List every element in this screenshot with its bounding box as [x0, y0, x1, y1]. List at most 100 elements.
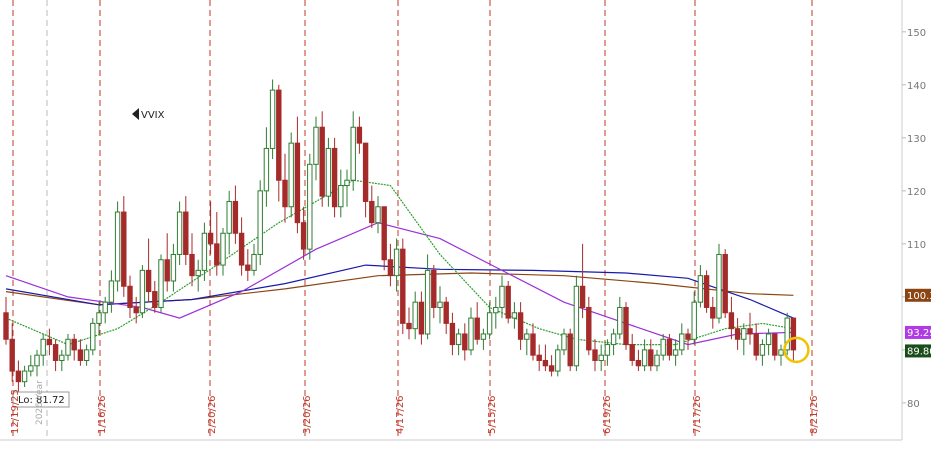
candle	[592, 339, 598, 372]
candle	[257, 180, 263, 266]
candle	[232, 185, 239, 244]
candle	[468, 307, 474, 356]
candle	[654, 349, 660, 372]
x-tick-label: 8/21/26	[809, 395, 820, 434]
candle	[387, 243, 394, 287]
candle	[629, 333, 635, 366]
x-tick-label: 3/20/26	[302, 395, 313, 434]
candle	[586, 296, 592, 356]
candle	[443, 296, 449, 334]
candle	[573, 275, 580, 372]
candle	[530, 323, 536, 361]
candle	[77, 339, 84, 366]
candle	[121, 196, 127, 297]
candle	[46, 328, 53, 356]
candle	[3, 296, 9, 345]
candle	[672, 339, 679, 366]
vvix-chart[interactable]: VVIX 8090100110120130140150 100.3 93.29 …	[0, 0, 931, 452]
candle	[282, 153, 288, 223]
candle	[598, 344, 604, 372]
candle	[542, 344, 549, 372]
candle	[245, 249, 251, 281]
candle	[685, 328, 691, 350]
symbol-label: VVIX	[141, 110, 165, 121]
candle	[548, 355, 555, 377]
candle	[183, 196, 189, 266]
candle	[294, 116, 301, 234]
candle	[65, 333, 71, 361]
candle	[52, 339, 59, 372]
candle	[152, 280, 158, 313]
x-axis-labels: 12/19/25 1/16/26 2/20/26 3/20/26 4/17/26 5/15…	[10, 389, 820, 434]
candle	[493, 296, 499, 329]
candle	[164, 233, 170, 292]
candle	[641, 339, 648, 372]
candle	[511, 302, 518, 329]
candle	[319, 111, 325, 207]
candle	[455, 328, 462, 356]
candle	[747, 312, 753, 345]
candle	[59, 349, 65, 372]
candle	[524, 328, 530, 356]
candle	[170, 243, 177, 292]
x-tick-label: 6/19/26	[602, 395, 613, 434]
candle	[697, 265, 704, 308]
candle	[722, 249, 728, 319]
candle	[412, 291, 418, 340]
candle	[34, 349, 40, 377]
svg-text:89.80: 89.80	[907, 346, 931, 357]
candle	[338, 169, 344, 218]
y-tick-label: 110	[907, 240, 926, 251]
candle	[28, 355, 34, 377]
candle	[344, 169, 350, 207]
candle	[90, 318, 96, 356]
candle	[449, 312, 456, 356]
candle	[356, 116, 363, 154]
svg-text:93.29: 93.29	[907, 328, 931, 339]
candle	[778, 344, 784, 366]
candle	[83, 344, 90, 366]
candle	[21, 365, 28, 387]
candle	[350, 111, 356, 191]
candle	[220, 227, 226, 276]
candle	[108, 270, 115, 313]
candle	[536, 344, 542, 372]
last-value-close: 89.80	[905, 344, 931, 358]
candle	[716, 243, 722, 324]
y-tick-label: 130	[907, 134, 926, 145]
candle	[288, 132, 294, 218]
candlesticks	[3, 79, 797, 393]
candle	[127, 275, 133, 319]
candle	[96, 302, 102, 334]
candle	[114, 201, 121, 292]
svg-text:100.3: 100.3	[907, 291, 931, 302]
x-tick-label: 7/17/26	[692, 395, 703, 434]
candle	[195, 259, 201, 292]
candle	[623, 302, 629, 350]
y-tick-label: 150	[907, 28, 926, 39]
candle	[660, 333, 666, 361]
candle	[40, 333, 46, 366]
candle	[375, 196, 381, 234]
candle	[325, 137, 332, 207]
candle	[406, 307, 412, 340]
candle	[418, 291, 425, 345]
candle	[226, 190, 232, 255]
candle	[505, 280, 511, 324]
x-tick-label: 1/16/26	[97, 395, 108, 434]
candle	[331, 137, 338, 218]
candle	[313, 116, 319, 181]
candle	[381, 206, 387, 271]
candle	[9, 323, 15, 382]
candle	[635, 349, 642, 372]
candle	[307, 153, 313, 260]
y-tick-label: 80	[907, 399, 920, 410]
candle	[238, 217, 245, 276]
candle	[269, 79, 276, 160]
candle	[158, 254, 164, 313]
candle	[431, 265, 437, 319]
candle	[437, 286, 443, 324]
y-tick-label: 120	[907, 187, 926, 198]
candle	[189, 233, 195, 287]
x-tick-label: 5/15/26	[487, 395, 498, 434]
